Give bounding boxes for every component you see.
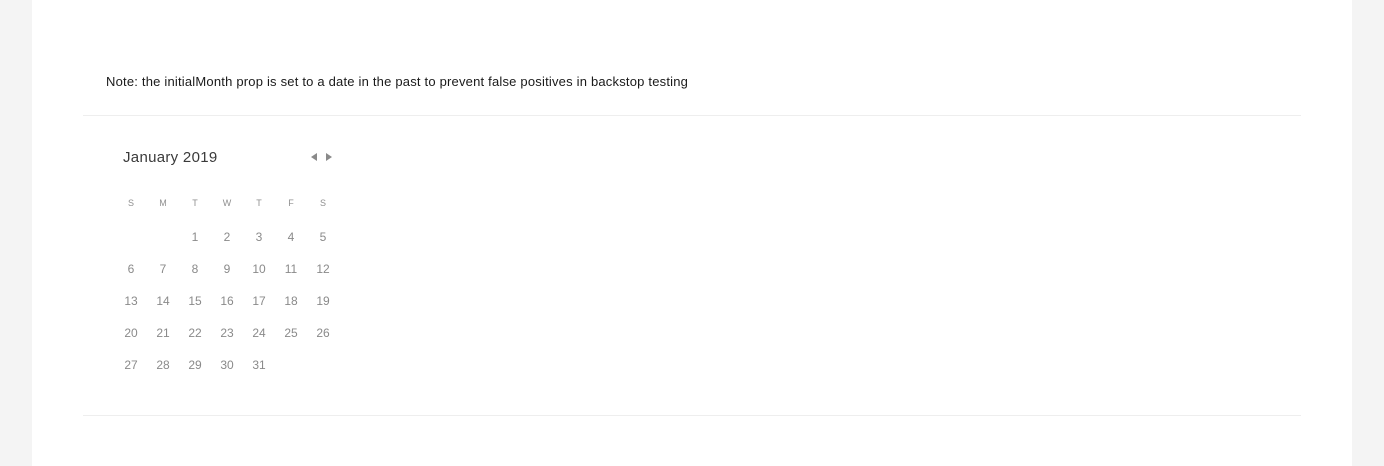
day-cell[interactable]: 30 <box>211 356 243 388</box>
day-cell[interactable]: 1 <box>179 228 211 260</box>
month-title: January 2019 <box>123 149 218 166</box>
weekday-label: W <box>222 198 232 208</box>
day-cell[interactable]: 17 <box>243 292 275 324</box>
day-cell[interactable]: 3 <box>243 228 275 260</box>
prev-month-button[interactable] <box>309 152 319 162</box>
divider <box>83 415 1301 416</box>
day-cell[interactable]: 13 <box>115 292 147 324</box>
day-cell[interactable]: 14 <box>147 292 179 324</box>
day-cell[interactable]: 4 <box>275 228 307 260</box>
triangle-right-icon <box>326 153 332 161</box>
day-cell[interactable]: 23 <box>211 324 243 356</box>
calendar: January 2019 S M T W T F S 1 2 3 4 5 6 7 8 9 10 11… <box>115 140 343 372</box>
day-cell[interactable]: 22 <box>179 324 211 356</box>
day-cell[interactable]: 27 <box>115 356 147 388</box>
calendar-header: January 2019 <box>115 140 343 176</box>
day-cell[interactable]: 16 <box>211 292 243 324</box>
divider <box>83 115 1301 116</box>
weekday-label: S <box>319 198 326 208</box>
triangle-left-icon <box>311 153 317 161</box>
weekday-header: S M T W T F S <box>115 198 339 208</box>
note-text: Note: the initialMonth prop is set to a … <box>106 74 689 89</box>
day-cell[interactable]: 28 <box>147 356 179 388</box>
day-cell[interactable]: 12 <box>307 260 339 292</box>
day-cell[interactable]: 5 <box>307 228 339 260</box>
day-cell[interactable]: 21 <box>147 324 179 356</box>
day-cell[interactable]: 15 <box>179 292 211 324</box>
day-cell[interactable]: 24 <box>243 324 275 356</box>
day-cell[interactable]: 11 <box>275 260 307 292</box>
weekday-label: T <box>192 198 198 208</box>
day-cell[interactable]: 8 <box>179 260 211 292</box>
day-cell[interactable]: 29 <box>179 356 211 388</box>
day-cell[interactable]: 7 <box>147 260 179 292</box>
day-cell[interactable]: 26 <box>307 324 339 356</box>
day-cell[interactable]: 20 <box>115 324 147 356</box>
day-cell[interactable]: 2 <box>211 228 243 260</box>
day-cell[interactable]: 9 <box>211 260 243 292</box>
day-cell-empty <box>147 228 179 260</box>
day-cell[interactable]: 6 <box>115 260 147 292</box>
content-panel: Note: the initialMonth prop is set to a … <box>32 0 1352 466</box>
day-cell-empty <box>115 228 147 260</box>
day-cell[interactable]: 31 <box>243 356 275 388</box>
day-cell[interactable]: 19 <box>307 292 339 324</box>
next-month-button[interactable] <box>324 152 334 162</box>
day-grid: 1 2 3 4 5 6 7 8 9 10 11 12 13 14 15 16 17 18 19 20 21 22 23 24 2… <box>115 228 339 388</box>
day-cell[interactable]: 25 <box>275 324 307 356</box>
day-cell[interactable]: 18 <box>275 292 307 324</box>
weekday-label: M <box>159 198 167 208</box>
weekday-label: T <box>256 198 262 208</box>
day-cell[interactable]: 10 <box>243 260 275 292</box>
weekday-label: S <box>127 198 134 208</box>
weekday-label: F <box>288 198 294 208</box>
